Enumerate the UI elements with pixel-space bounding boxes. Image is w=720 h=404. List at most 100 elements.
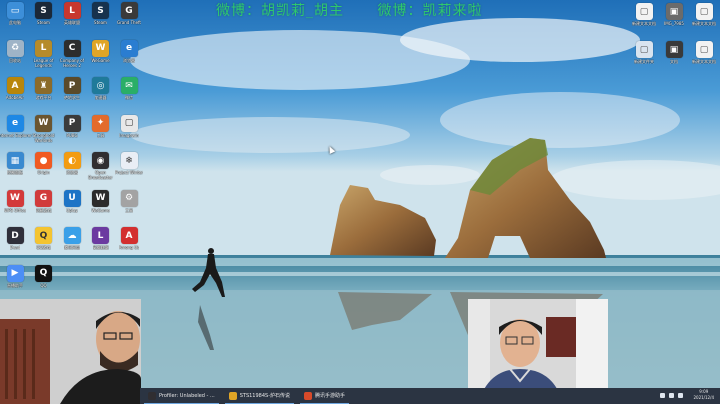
- tool-icon: ⚙: [120, 189, 138, 207]
- desktop-icon-label: QQ游戏: [36, 245, 51, 250]
- webcam-left-feed: [0, 299, 141, 404]
- taskbar-app-label: 腾讯手游助手: [315, 393, 346, 399]
- file-icon: ▢: [695, 3, 713, 20]
- clock-date: 2021/12/4: [693, 395, 714, 400]
- game-icon: G: [35, 189, 52, 207]
- browser-icon: ◐: [63, 152, 81, 169]
- input-method-icon[interactable]: [678, 392, 684, 398]
- file-icon: ▢: [635, 41, 653, 58]
- app-icon: ◎: [92, 77, 109, 94]
- game-icon: [228, 391, 237, 400]
- desktop-icon-label: 游戏平台: [35, 95, 52, 100]
- desktop-icon-label: QQ: [40, 282, 47, 288]
- file-icon: ▢: [635, 3, 653, 20]
- taskbar-apps: Profiler: Unlabeled - ... STS11984S-炉石传说 腾…: [144, 389, 355, 404]
- desktop-icon-label: 此电脑: [9, 20, 21, 25]
- desktop-icon-label: Steam: [94, 20, 107, 25]
- network-icon[interactable]: [660, 392, 666, 398]
- game-icon: L: [92, 227, 109, 244]
- desktop-icon-label: 浏览器: [123, 57, 135, 63]
- desktop-icon-label: WeGame: [91, 57, 110, 63]
- system-tray: 9:09 2021/12/4: [660, 389, 714, 401]
- webcam-left: [0, 299, 141, 404]
- obs-icon: ◉: [92, 152, 109, 169]
- app-icon: [304, 391, 313, 400]
- taskbar-app[interactable]: 腾讯手游助手: [300, 389, 350, 404]
- desktop-icon-label: 新建文本文档: [632, 21, 656, 26]
- desktop-icon-label: 网易游戏: [35, 207, 52, 213]
- wegame-icon: W: [92, 39, 109, 57]
- desktop-icon[interactable]: ▢ 新建文本文档: [686, 3, 720, 26]
- game-icon: C: [63, 39, 81, 57]
- steam-icon: S: [92, 2, 109, 19]
- stream-overlay-text: 微博：胡凯莉_胡主 微博：凯莉来啦: [216, 0, 510, 20]
- desktop-icon-label: Origin: [37, 170, 50, 175]
- file-icon: ▢: [120, 114, 138, 132]
- desktop-icon[interactable]: ✉ 微信: [111, 77, 147, 100]
- desktop-icon[interactable]: Q QQ: [26, 264, 62, 288]
- app-icon: ✦: [92, 114, 109, 132]
- ie-icon: e: [6, 114, 24, 132]
- desktop-icon-label: IMG_7985: [664, 21, 684, 26]
- desktop-icon-label: 直播助手: [7, 282, 23, 288]
- game-icon: L: [63, 2, 81, 19]
- desktop-icon-label: 英雄联盟: [64, 20, 80, 25]
- file-icon: ▣: [665, 41, 683, 58]
- taskbar-app[interactable]: STS11984S-炉石传说: [224, 389, 295, 404]
- desktop-icon[interactable]: ❄ Project Winter: [111, 152, 147, 175]
- wps-icon: W: [6, 189, 24, 207]
- desktop-icon[interactable]: e 浏览器: [111, 39, 147, 63]
- desktop-icon-label: AdobeAir: [5, 95, 25, 100]
- desktop-icon-label: Project Winter: [114, 170, 144, 175]
- desktop-icon[interactable]: ▢ 新建文本文档: [686, 41, 720, 64]
- game-icon: A: [120, 227, 138, 244]
- desktop-icon[interactable]: A Among Us: [111, 227, 147, 250]
- taskbar-app[interactable]: Profiler: Unlabeled - ...: [144, 389, 219, 404]
- desktop-icon-label: 腾讯网盘: [64, 245, 80, 250]
- uplay-icon: U: [63, 189, 81, 207]
- desktop-icon-label: Among Us: [118, 245, 140, 250]
- obs-icon: [148, 391, 156, 400]
- wechat-icon: ✉: [120, 77, 138, 94]
- desktop-icon-label: Imagewin: [119, 132, 139, 138]
- computer-icon: ▭: [6, 2, 24, 19]
- app-icon: ▶: [6, 264, 24, 282]
- game-icon: P: [63, 114, 81, 132]
- desktop-icon-label: Steam: [37, 20, 50, 25]
- game-icon: W: [35, 114, 52, 132]
- desktop-icon-label: WeGame: [91, 207, 110, 213]
- desktop-icon-label: 工具: [125, 207, 133, 213]
- weibo-handle-1: 微博：胡凯莉_胡主: [216, 3, 344, 19]
- desktop-icon-label: Uplay: [66, 207, 78, 213]
- clock[interactable]: 9:09 2021/12/4: [693, 389, 714, 401]
- desktop-icon-label: WPS Office: [4, 207, 26, 213]
- desktop-icon[interactable]: ▢ Imagewin: [111, 114, 147, 138]
- origin-icon: ●: [35, 152, 52, 169]
- taskbar: Profiler: Unlabeled - ... STS11984S-炉石传说 腾…: [140, 388, 720, 404]
- desktop-icon-label: 回收站: [9, 57, 21, 63]
- taskbar-app-label: Profiler: Unlabeled - ...: [159, 392, 215, 399]
- file-icon: ▢: [695, 41, 713, 58]
- qq-game-icon: Q: [35, 227, 52, 244]
- control-panel-icon: ▦: [6, 152, 24, 169]
- volume-icon[interactable]: [669, 392, 675, 398]
- taskbar-app-label: STS11984S-炉石传说: [239, 393, 291, 399]
- browser-icon: e: [120, 39, 138, 57]
- wegame-icon: W: [92, 189, 109, 207]
- game-icon: P: [63, 77, 81, 94]
- desktop-icon[interactable]: ⚙ 工具: [111, 189, 147, 213]
- desktop-icon-label: 英雄联盟: [92, 245, 109, 250]
- desktop-icon-label: 浏览器: [66, 170, 78, 175]
- game-icon: ❄: [120, 152, 138, 169]
- desktop-icon-label: 微信: [125, 95, 133, 100]
- desktop-icon-label: Grand Theft: [117, 20, 141, 25]
- desktop-icon-label: 新建文件夹: [634, 59, 654, 64]
- recycle-bin-icon: ♻: [6, 39, 24, 57]
- app-icon: A: [6, 77, 24, 94]
- cloud-icon: ☁: [63, 227, 81, 244]
- desktop-icon-label: 加速器: [94, 95, 107, 100]
- qq-icon: Q: [35, 264, 52, 282]
- desktop-icon-label: 工具: [96, 132, 105, 138]
- desktop-icon[interactable]: G Grand Theft: [111, 2, 147, 25]
- game-icon: G: [120, 2, 138, 19]
